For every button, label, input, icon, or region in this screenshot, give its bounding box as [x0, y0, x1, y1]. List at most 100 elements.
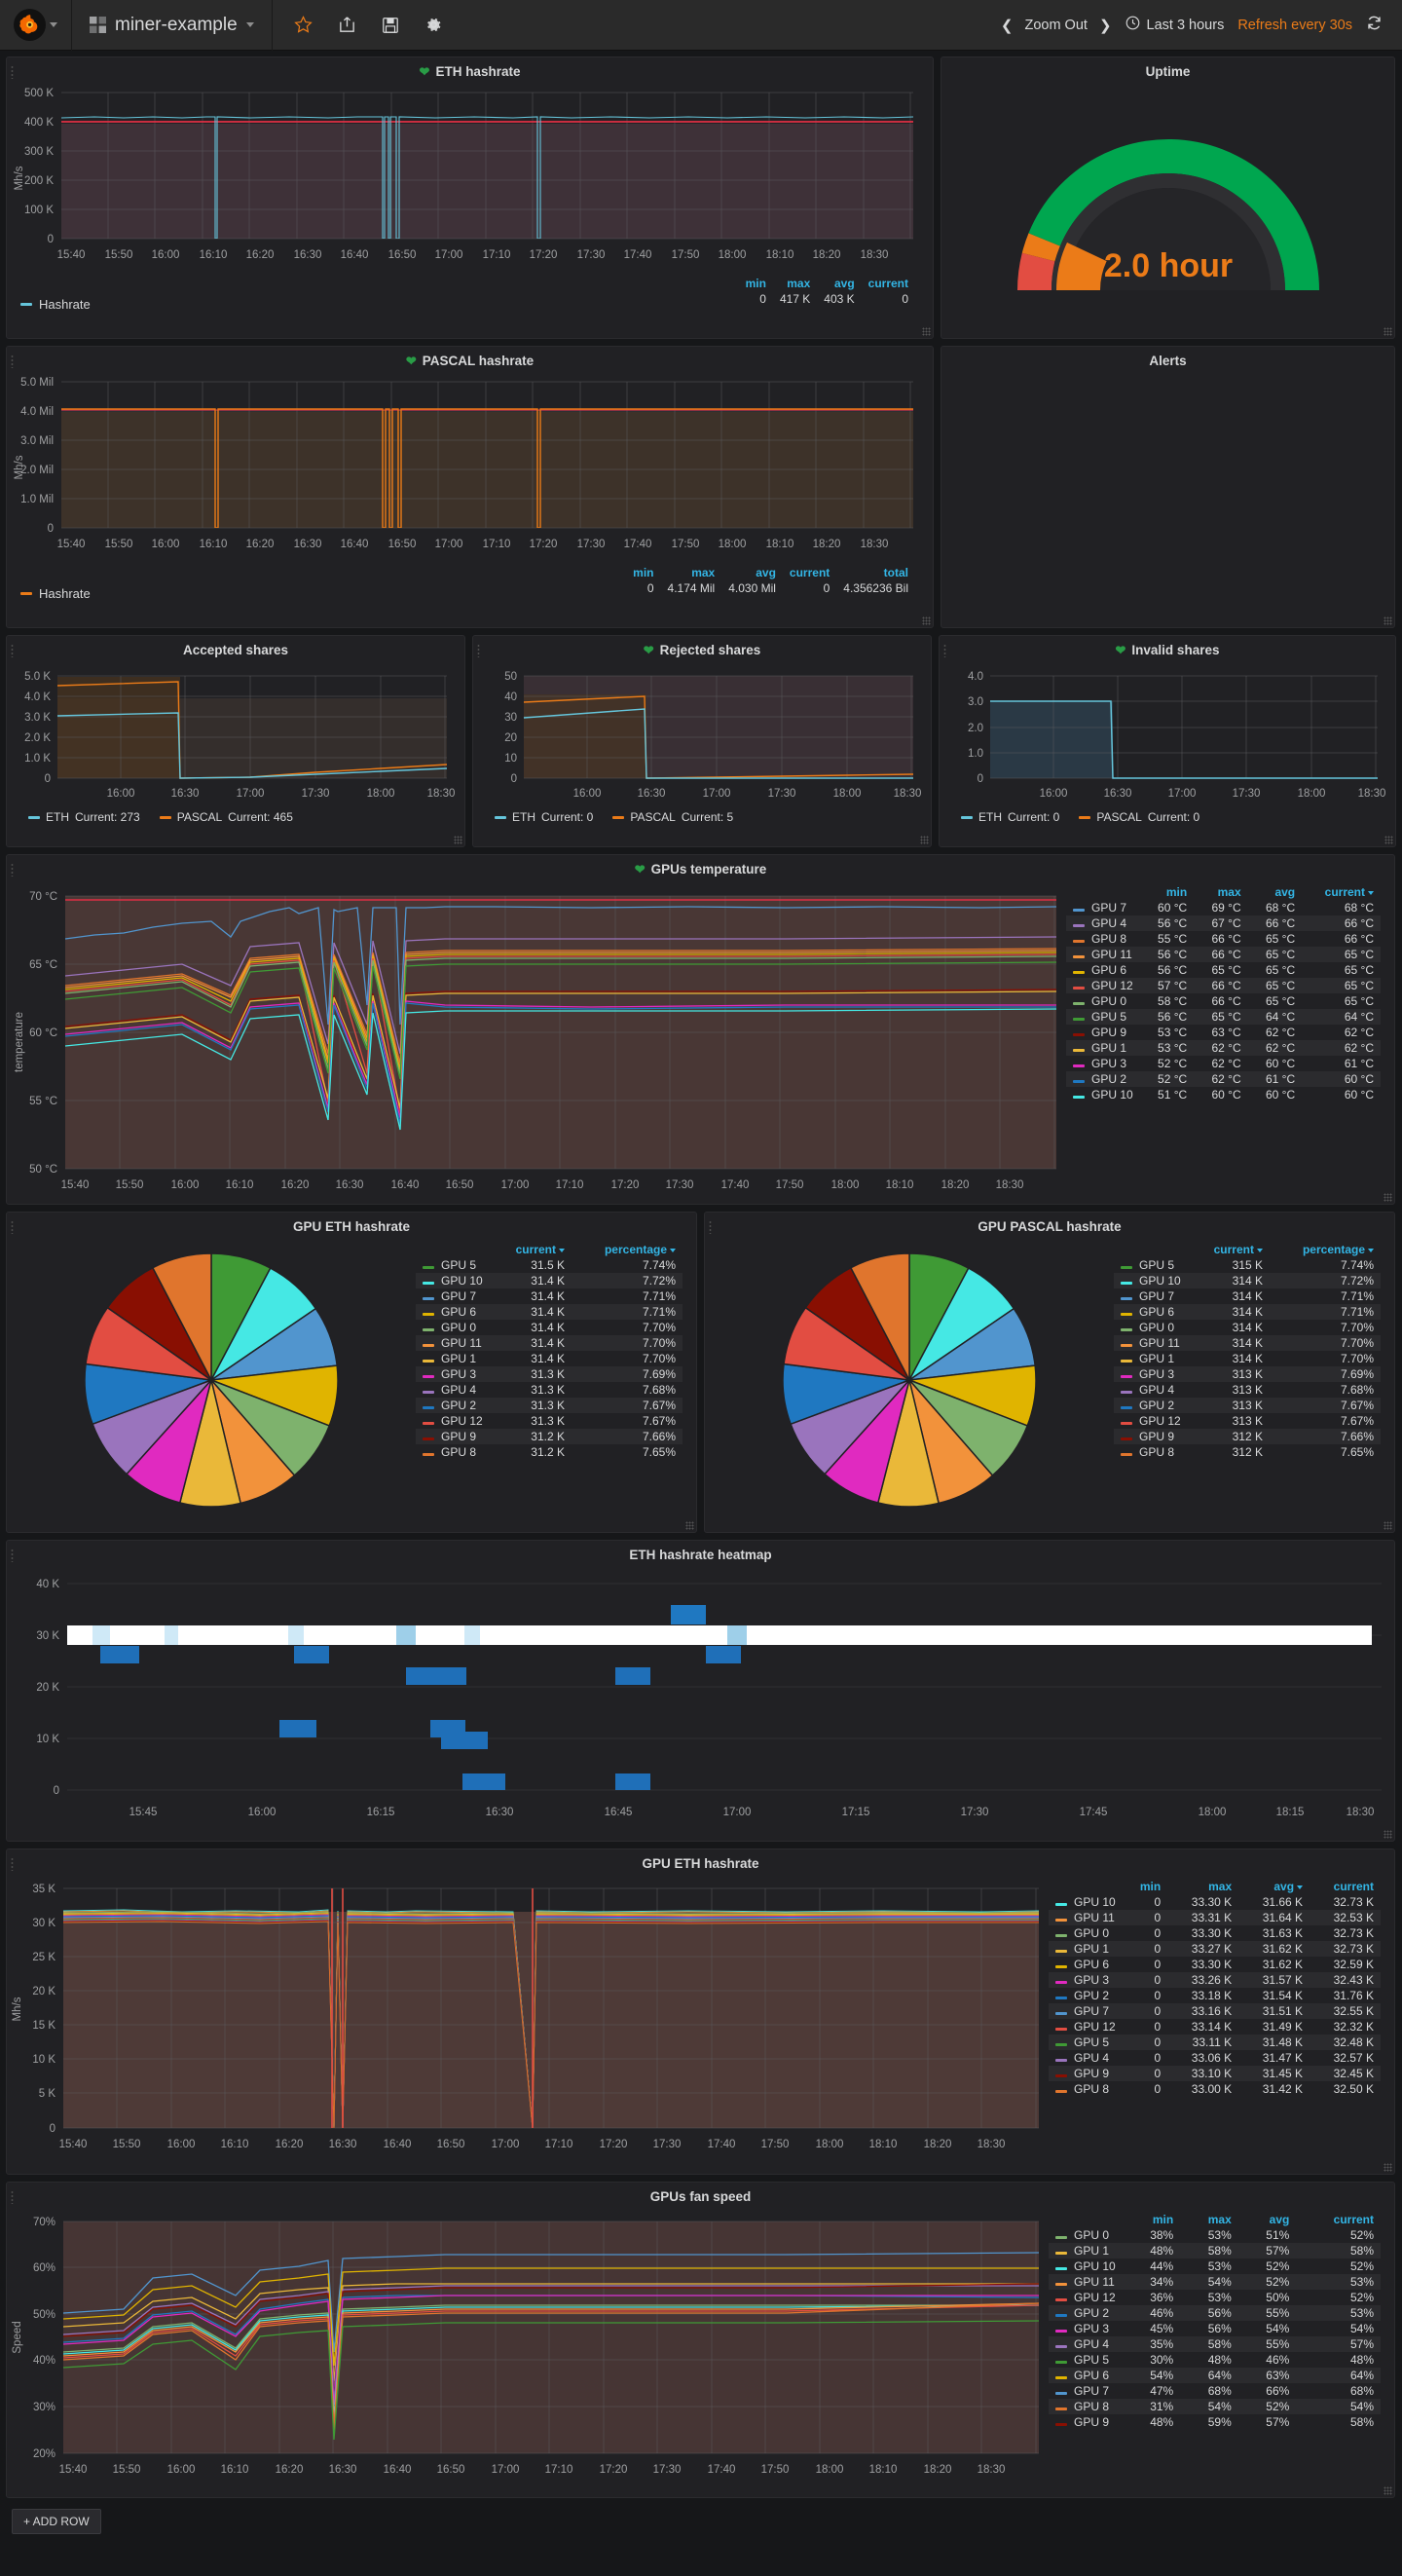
- panel-resize-handle[interactable]: [685, 1521, 694, 1530]
- legend-header-current[interactable]: current: [1310, 1879, 1381, 1894]
- time-range-picker[interactable]: Last 3 hours: [1125, 16, 1225, 34]
- legend-header-percentage[interactable]: percentage: [1270, 1242, 1381, 1257]
- legend-row[interactable]: GPU 8 31% 54% 52% 54%: [1049, 2399, 1381, 2414]
- panel-drag-handle[interactable]: [11, 65, 14, 79]
- panel-resize-handle[interactable]: [920, 836, 929, 844]
- panel-title-gpus-fan-speed[interactable]: GPUs fan speed: [7, 2183, 1394, 2206]
- legend-header-max[interactable]: max: [1167, 1879, 1238, 1894]
- time-shift-back-icon[interactable]: ❮: [1001, 17, 1014, 34]
- panel-drag-handle[interactable]: [11, 644, 14, 657]
- stat-header-avg[interactable]: avg: [817, 276, 861, 291]
- legend-item-eth[interactable]: ETH Current: 0: [961, 810, 1059, 824]
- panel-resize-handle[interactable]: [922, 616, 931, 625]
- graph-gpus-fan-speed[interactable]: 70% 60% 50% 40% 30% 20% Speed 15:40 15:50…: [7, 2206, 1049, 2494]
- panel-title-pascal-hashrate[interactable]: ❤ PASCAL hashrate: [7, 347, 933, 370]
- legend-item-eth[interactable]: ETH Current: 273: [28, 810, 140, 824]
- legend-row[interactable]: GPU 4 56 °C 67 °C 66 °C 66 °C: [1066, 915, 1381, 931]
- panel-title-eth-hashrate[interactable]: ❤ ETH hashrate: [7, 57, 933, 81]
- save-icon[interactable]: [382, 17, 399, 34]
- panel-title-rejected-shares[interactable]: ❤ Rejected shares: [473, 636, 931, 659]
- legend-item-pascal[interactable]: PASCAL Current: 0: [1079, 810, 1199, 824]
- panel-drag-handle[interactable]: [477, 644, 480, 657]
- legend-header-current[interactable]: current: [1296, 2212, 1381, 2227]
- legend-item-pascal[interactable]: PASCAL Current: 5: [612, 810, 733, 824]
- legend-row[interactable]: GPU 1 31.4 K 7.70%: [416, 1351, 683, 1366]
- panel-resize-handle[interactable]: [1384, 1193, 1392, 1202]
- legend-row[interactable]: GPU 12 313 K 7.67%: [1114, 1413, 1381, 1429]
- legend-row[interactable]: GPU 7 0 33.16 K 31.51 K 32.55 K: [1049, 2003, 1381, 2019]
- legend-header-max[interactable]: max: [1194, 884, 1247, 900]
- graph-eth-hashrate[interactable]: 500 K 400 K 300 K 200 K 100 K 0 Mh/s 15:…: [7, 81, 933, 276]
- stat-header-max[interactable]: max: [661, 565, 722, 580]
- legend-row[interactable]: GPU 11 314 K 7.70%: [1114, 1335, 1381, 1351]
- panel-drag-handle[interactable]: [11, 1857, 14, 1871]
- legend-row[interactable]: GPU 7 314 K 7.71%: [1114, 1288, 1381, 1304]
- legend-row[interactable]: GPU 10 314 K 7.72%: [1114, 1273, 1381, 1288]
- legend-item-pascal[interactable]: PASCAL Current: 465: [159, 810, 293, 824]
- graph-gpus-temperature[interactable]: 70 °C 65 °C 60 °C 55 °C 50 °C temperatur…: [7, 878, 1066, 1204]
- heatmap-eth-hashrate[interactable]: 40 K 30 K 20 K 10 K 0 15:45 16:00 16:15 16…: [7, 1564, 1394, 1832]
- legend-row[interactable]: GPU 10 31.4 K 7.72%: [416, 1273, 683, 1288]
- legend-row[interactable]: GPU 8 0 33.00 K 31.42 K 32.50 K: [1049, 2081, 1381, 2097]
- legend-row[interactable]: GPU 10 51 °C 60 °C 60 °C 60 °C: [1066, 1087, 1381, 1102]
- graph-accepted-shares[interactable]: 5.0 K 4.0 K 3.0 K 2.0 K 1.0 K 0 16:00 16:…: [7, 659, 464, 807]
- stat-header-current[interactable]: current: [862, 276, 915, 291]
- legend-header-min[interactable]: min: [1123, 2212, 1181, 2227]
- legend-row[interactable]: GPU 6 31.4 K 7.71%: [416, 1304, 683, 1320]
- legend-row[interactable]: GPU 4 35% 58% 55% 57%: [1049, 2336, 1381, 2352]
- legend-header-percentage[interactable]: percentage: [572, 1242, 683, 1257]
- grafana-logo-button[interactable]: [0, 0, 72, 51]
- legend-row[interactable]: GPU 5 31.5 K 7.74%: [416, 1257, 683, 1273]
- legend-row[interactable]: GPU 0 314 K 7.70%: [1114, 1320, 1381, 1335]
- panel-drag-handle[interactable]: [11, 863, 14, 877]
- panel-resize-handle[interactable]: [1384, 1830, 1392, 1839]
- legend-row[interactable]: GPU 4 0 33.06 K 31.47 K 32.57 K: [1049, 2050, 1381, 2066]
- legend-row[interactable]: GPU 1 314 K 7.70%: [1114, 1351, 1381, 1366]
- legend-row[interactable]: GPU 0 38% 53% 51% 52%: [1049, 2227, 1381, 2243]
- time-range-label[interactable]: Last 3 hours: [1147, 18, 1225, 33]
- panel-drag-handle[interactable]: [709, 1220, 712, 1234]
- legend-row[interactable]: GPU 9 31.2 K 7.66%: [416, 1429, 683, 1444]
- piechart-gpu-eth[interactable]: [7, 1236, 416, 1521]
- legend-series-hashrate[interactable]: Hashrate: [20, 276, 91, 312]
- legend-row[interactable]: GPU 11 0 33.31 K 31.64 K 32.53 K: [1049, 1910, 1381, 1925]
- stat-header-max[interactable]: max: [773, 276, 817, 291]
- legend-row[interactable]: GPU 9 53 °C 63 °C 62 °C 62 °C: [1066, 1025, 1381, 1040]
- time-shift-forward-icon[interactable]: ❯: [1099, 17, 1112, 34]
- panel-title-invalid-shares[interactable]: ❤ Invalid shares: [940, 636, 1395, 659]
- legend-row[interactable]: GPU 1 53 °C 62 °C 62 °C 62 °C: [1066, 1040, 1381, 1056]
- legend-row[interactable]: GPU 12 31.3 K 7.67%: [416, 1413, 683, 1429]
- panel-drag-handle[interactable]: [943, 644, 946, 657]
- stat-header-current[interactable]: current: [783, 565, 836, 580]
- panel-drag-handle[interactable]: [11, 2190, 14, 2204]
- add-row-button[interactable]: + ADD ROW: [12, 2509, 101, 2534]
- legend-header-avg[interactable]: avg: [1238, 2212, 1297, 2227]
- legend-item-eth[interactable]: ETH Current: 0: [495, 810, 593, 824]
- legend-row[interactable]: GPU 3 0 33.26 K 31.57 K 32.43 K: [1049, 1972, 1381, 1988]
- panel-title-alerts[interactable]: Alerts: [941, 347, 1394, 370]
- zoom-out-label[interactable]: Zoom Out: [1024, 18, 1087, 33]
- legend-row[interactable]: GPU 2 52 °C 62 °C 61 °C 60 °C: [1066, 1071, 1381, 1087]
- graph-pascal-hashrate[interactable]: 5.0 Mil 4.0 Mil 3.0 Mil 2.0 Mil 1.0 Mil …: [7, 370, 933, 565]
- legend-header-avg[interactable]: avg: [1248, 884, 1302, 900]
- share-icon[interactable]: [338, 16, 356, 34]
- legend-row[interactable]: GPU 6 0 33.30 K 31.62 K 32.59 K: [1049, 1957, 1381, 1972]
- legend-row[interactable]: GPU 3 45% 56% 54% 54%: [1049, 2321, 1381, 2336]
- panel-resize-handle[interactable]: [922, 327, 931, 336]
- panel-drag-handle[interactable]: [11, 355, 14, 368]
- legend-header-min[interactable]: min: [1123, 1879, 1168, 1894]
- legend-row[interactable]: GPU 7 47% 68% 66% 68%: [1049, 2383, 1381, 2399]
- legend-row[interactable]: GPU 6 56 °C 65 °C 65 °C 65 °C: [1066, 962, 1381, 978]
- legend-header-current[interactable]: current: [1302, 884, 1381, 900]
- panel-title-eth-heatmap[interactable]: ETH hashrate heatmap: [7, 1541, 1394, 1564]
- legend-row[interactable]: GPU 4 313 K 7.68%: [1114, 1382, 1381, 1398]
- gauge-uptime[interactable]: 2.0 hour: [941, 81, 1394, 324]
- legend-row[interactable]: GPU 12 0 33.14 K 31.49 K 32.32 K: [1049, 2019, 1381, 2035]
- legend-row[interactable]: GPU 1 0 33.27 K 31.62 K 32.73 K: [1049, 1941, 1381, 1957]
- graph-gpu-eth-hashrate[interactable]: 35 K 30 K 25 K 20 K 15 K 10 K 5 K 0 Mh/s…: [7, 1873, 1049, 2170]
- stat-header-min[interactable]: min: [739, 276, 773, 291]
- legend-row[interactable]: GPU 4 31.3 K 7.68%: [416, 1382, 683, 1398]
- legend-row[interactable]: GPU 3 313 K 7.69%: [1114, 1366, 1381, 1382]
- panel-resize-handle[interactable]: [1384, 836, 1393, 844]
- legend-row[interactable]: GPU 11 56 °C 66 °C 65 °C 65 °C: [1066, 947, 1381, 962]
